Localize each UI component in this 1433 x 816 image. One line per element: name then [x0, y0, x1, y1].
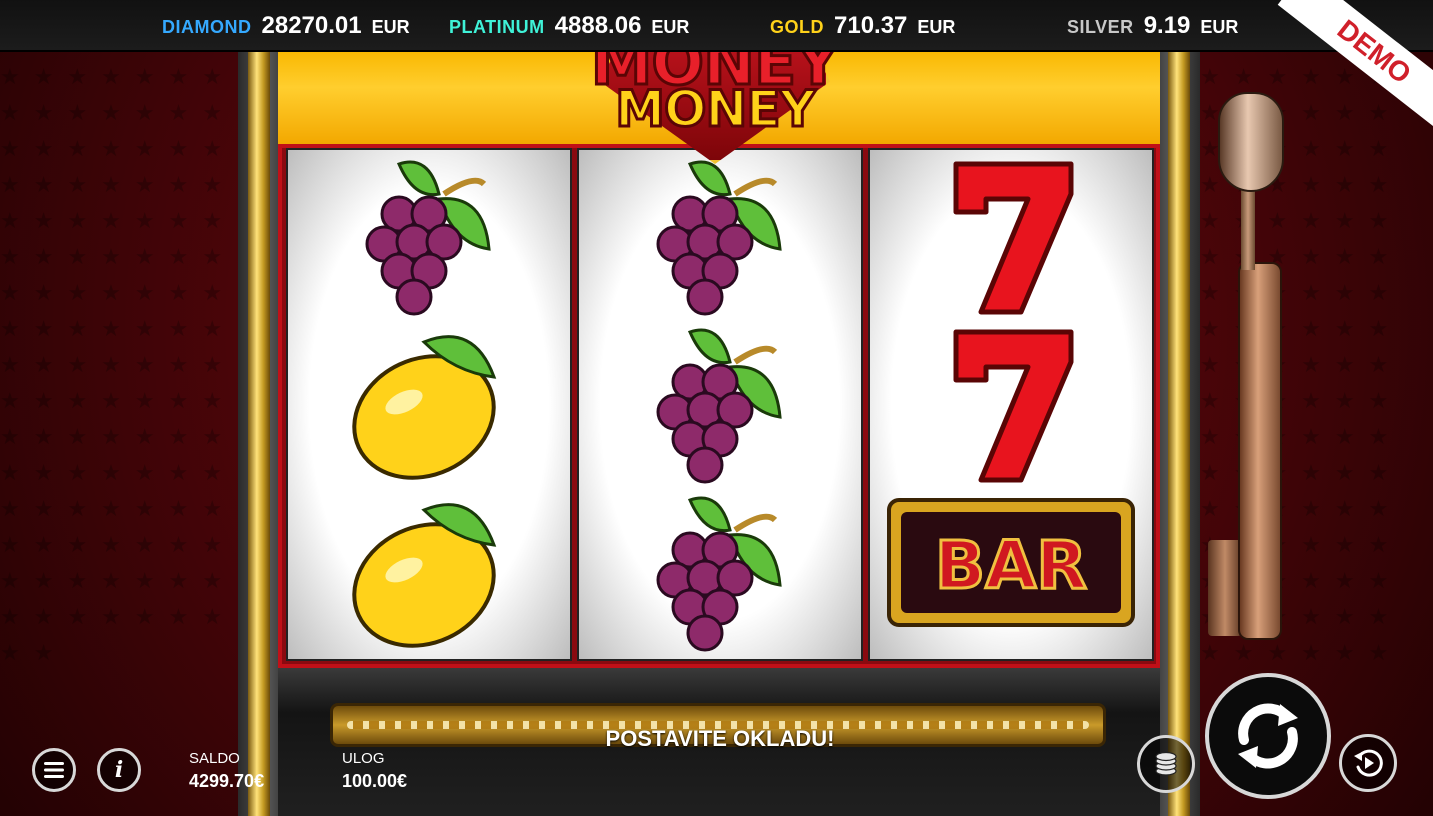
jackpot-bar: DIAMOND 28270.01 EUR PLATINUM 4888.06 EU… — [0, 0, 1433, 52]
seven-icon — [953, 329, 1074, 483]
jackpot-diamond: DIAMOND 28270.01 EUR — [162, 12, 410, 40]
jackpot-gold: GOLD 710.37 EUR — [770, 12, 955, 40]
jackpot-label: PLATINUM — [449, 17, 545, 37]
hamburger-icon — [44, 762, 64, 778]
bet-settings-button[interactable] — [1137, 735, 1195, 793]
jackpot-currency: EUR — [371, 17, 410, 37]
autoplay-button[interactable] — [1339, 734, 1397, 792]
reel-2 — [577, 148, 863, 661]
jackpot-silver: SILVER 9.19 EUR — [1067, 12, 1238, 40]
grapes-icon — [656, 328, 782, 484]
status-message: POSTAVITE OKLADU! — [605, 726, 835, 751]
jackpot-label: SILVER — [1067, 17, 1134, 37]
saldo-label: SALDO — [189, 750, 240, 767]
coin-stack-icon — [1155, 751, 1177, 776]
seven-icon — [953, 161, 1074, 315]
grapes-icon — [656, 160, 782, 316]
jackpot-currency: EUR — [917, 17, 956, 37]
lemon-icon — [352, 335, 497, 480]
bet-value[interactable]: 100.00€ — [342, 771, 407, 792]
reel-3: BAR — [868, 148, 1154, 661]
jackpot-value: 4888.06 — [554, 12, 642, 39]
jackpot-value: 9.19 — [1143, 12, 1191, 39]
lever-arm[interactable] — [1238, 262, 1282, 640]
jackpot-label: GOLD — [770, 17, 824, 37]
lemon-icon — [352, 503, 497, 648]
info-icon: i — [114, 757, 124, 783]
grapes-icon — [365, 160, 491, 316]
gold-rail-left — [248, 30, 270, 816]
spin-arrows-icon — [1238, 703, 1298, 769]
grapes-icon — [656, 496, 782, 652]
jackpot-currency: EUR — [651, 17, 690, 37]
spin-button[interactable] — [1205, 673, 1331, 799]
star-pattern-left: ★★★★★★★★★★★★★★★★★★★★★★★★★★★★★★★★★★★★★★★★… — [0, 65, 237, 666]
jackpot-platinum: PLATINUM 4888.06 EUR — [449, 12, 689, 40]
autoplay-icon — [1354, 749, 1383, 777]
bar-symbol: BAR — [887, 498, 1135, 627]
jackpot-currency: EUR — [1200, 17, 1239, 37]
bar-symbol-text: BAR — [935, 527, 1087, 604]
gold-rail-right — [1168, 30, 1190, 816]
info-button[interactable]: i — [97, 748, 141, 792]
saldo-value: 4299.70€ — [189, 771, 265, 791]
jackpot-value: 28270.01 — [261, 12, 362, 39]
menu-button[interactable] — [32, 748, 76, 792]
logo-line-2: MONEY — [614, 79, 817, 140]
bet-label: ULOG — [342, 750, 385, 767]
jackpot-value: 710.37 — [834, 12, 908, 39]
lever-knob[interactable] — [1218, 92, 1284, 192]
lever-base — [1208, 540, 1242, 636]
reel-1 — [286, 148, 572, 661]
jackpot-label: DIAMOND — [162, 17, 252, 37]
lever-rod — [1241, 180, 1255, 270]
